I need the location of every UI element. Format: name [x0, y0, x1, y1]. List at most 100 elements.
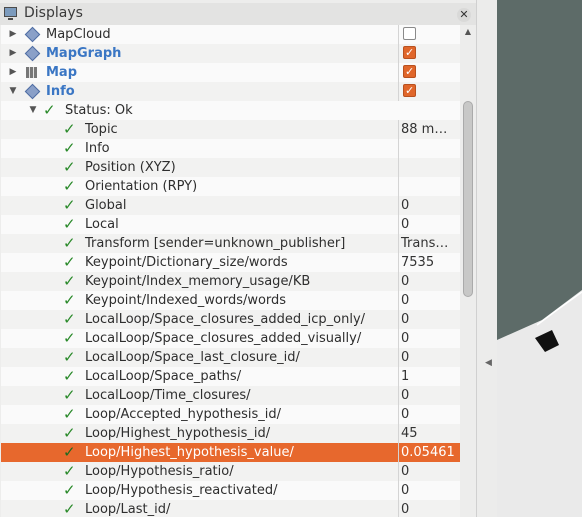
expand-arrow-icon[interactable]: ▼ — [8, 82, 18, 101]
property-label: LocalLoop/Space_last_closure_id/ — [85, 350, 300, 365]
property-row[interactable]: ✓ Keypoint/Dictionary_size/words 7535 — [1, 253, 460, 272]
status-ok-icon: ✓ — [63, 443, 76, 461]
property-label: Loop/Highest_hypothesis_id/ — [85, 426, 271, 441]
displays-panel: Displays ✕ ▶MapCloud▶MapGraph▶Map▼Info▼✓… — [0, 0, 476, 517]
status-ok-icon: ✓ — [63, 367, 76, 385]
property-row[interactable]: ✓ LocalLoop/Space_paths/1 — [1, 367, 460, 386]
property-value: 7535 — [401, 255, 435, 270]
column-divider — [398, 253, 399, 272]
property-row[interactable]: ✓ LocalLoop/Space_closures_added_icp_only… — [1, 310, 460, 329]
property-row[interactable]: ✓ Keypoint/Index_memory_usage/KB 0 — [1, 272, 460, 291]
property-row[interactable]: ✓ LocalLoop/Space_closures_added_visually… — [1, 329, 460, 348]
panel-titlebar: Displays ✕ — [0, 3, 476, 25]
property-value: 88 m… — [401, 122, 448, 137]
close-icon[interactable]: ✕ — [457, 8, 471, 22]
render-view[interactable] — [497, 0, 582, 517]
column-divider — [398, 443, 399, 462]
property-label: Loop/Accepted_hypothesis_id/ — [85, 407, 281, 422]
column-divider — [398, 500, 399, 517]
property-row[interactable]: ✓ Loop/Highest_hypothesis_value/0.05461 — [1, 443, 460, 462]
property-row[interactable]: ✓ Position (XYZ) — [1, 158, 460, 177]
collapse-arrow-icon[interactable]: ▶ — [8, 25, 18, 44]
collapse-left-icon[interactable]: ◀ — [485, 358, 492, 368]
display-row[interactable]: ▼ Info — [1, 81, 460, 101]
column-divider — [398, 120, 399, 139]
property-label: Keypoint/Indexed_words/words — [85, 293, 287, 308]
property-value: 0 — [401, 350, 410, 365]
status-ok-icon: ✓ — [63, 120, 76, 138]
monitor-icon — [4, 7, 17, 20]
property-label: Loop/Highest_hypothesis_value/ — [85, 445, 294, 460]
collapse-arrow-icon[interactable]: ▶ — [8, 44, 18, 63]
map-obstacle — [535, 330, 559, 352]
display-row[interactable]: ▶ MapGraph — [1, 43, 460, 63]
property-row[interactable]: ✓ Loop/Hypothesis_reactivated/0 — [1, 481, 460, 500]
property-row[interactable]: ✓ Global 0 — [1, 196, 460, 215]
display-row[interactable]: ▶ MapCloud — [1, 25, 460, 44]
property-row[interactable]: ✓ Info — [1, 139, 460, 158]
column-divider — [398, 177, 399, 196]
property-row[interactable]: ✓ Topic 88 m… — [1, 120, 460, 139]
property-label: LocalLoop/Time_closures/ — [85, 388, 251, 403]
property-row[interactable]: ✓ LocalLoop/Space_last_closure_id/0 — [1, 348, 460, 367]
column-divider — [398, 424, 399, 443]
scroll-up-icon[interactable]: ▲ — [463, 27, 473, 36]
panel-splitter[interactable]: ◀ — [476, 0, 498, 517]
property-label: Keypoint/Dictionary_size/words — [85, 255, 288, 270]
display-tree: ▶ MapCloud ▶ MapGraph ▶ Map ▼ Info ▼ ✓ Status: Ok ✓… — [1, 25, 460, 517]
property-label: Loop/Hypothesis_ratio/ — [85, 464, 234, 479]
status-row[interactable]: ▼ ✓ Status: Ok — [1, 101, 460, 120]
property-row[interactable]: ✓ Transform [sender=unknown_publisher] Tra… — [1, 234, 460, 253]
property-value: 0 — [401, 331, 410, 346]
diamond-icon — [24, 83, 41, 100]
column-divider — [398, 367, 399, 386]
enable-checkbox[interactable] — [403, 62, 416, 81]
property-row[interactable]: ✓ Keypoint/Indexed_words/words 0 — [1, 291, 460, 310]
property-row[interactable]: ✓ Orientation (RPY) — [1, 177, 460, 196]
scroll-thumb[interactable] — [463, 101, 473, 297]
enable-checkbox[interactable] — [403, 27, 416, 40]
column-divider — [398, 348, 399, 367]
property-row[interactable]: ✓ LocalLoop/Time_closures/0 — [1, 386, 460, 405]
map-render — [497, 0, 582, 352]
column-divider — [398, 291, 399, 310]
property-row[interactable]: ✓ Loop/Accepted_hypothesis_id/0 — [1, 405, 460, 424]
display-row[interactable]: ▶ Map — [1, 62, 460, 82]
column-divider — [398, 310, 399, 329]
status-ok-icon: ✓ — [63, 253, 76, 271]
property-value: 0 — [401, 274, 410, 289]
property-label: Transform [sender=unknown_publisher] — [85, 236, 346, 251]
column-divider — [398, 481, 399, 500]
status-ok-icon: ✓ — [63, 291, 76, 309]
property-row[interactable]: ✓ Local 0 — [1, 215, 460, 234]
property-label: Local — [85, 217, 119, 232]
status-ok-icon: ✓ — [63, 196, 76, 214]
expand-arrow-icon[interactable]: ▼ — [28, 101, 38, 120]
column-divider — [398, 329, 399, 348]
status-ok-icon: ✓ — [63, 500, 76, 517]
property-row[interactable]: ✓ Loop/Last_id/0 — [1, 500, 460, 517]
property-row[interactable]: ✓ Loop/Highest_hypothesis_id/45 — [1, 424, 460, 443]
enable-checkbox[interactable] — [403, 43, 416, 62]
property-value: 0 — [401, 217, 410, 232]
collapse-arrow-icon[interactable]: ▶ — [8, 63, 18, 82]
property-label: LocalLoop/Space_closures_added_visually/ — [85, 331, 362, 346]
status-ok-icon: ✓ — [63, 462, 76, 480]
display-label: MapCloud — [46, 27, 111, 42]
status-ok-icon: ✓ — [63, 215, 76, 233]
column-divider — [398, 234, 399, 253]
property-row[interactable]: ✓ Loop/Hypothesis_ratio/0 — [1, 462, 460, 481]
status-ok-icon: ✓ — [63, 272, 76, 290]
panel-title: Displays — [24, 5, 83, 21]
vertical-scrollbar[interactable]: ▲ — [460, 25, 476, 517]
column-divider — [398, 405, 399, 424]
status-label: Status: Ok — [65, 103, 133, 118]
map-icon — [25, 66, 38, 79]
property-value: 0 — [401, 407, 410, 422]
column-divider — [398, 44, 399, 63]
status-ok-icon: ✓ — [63, 329, 76, 347]
property-value: 45 — [401, 426, 418, 441]
status-ok-icon: ✓ — [63, 158, 76, 176]
enable-checkbox[interactable] — [403, 81, 416, 100]
column-divider — [398, 196, 399, 215]
